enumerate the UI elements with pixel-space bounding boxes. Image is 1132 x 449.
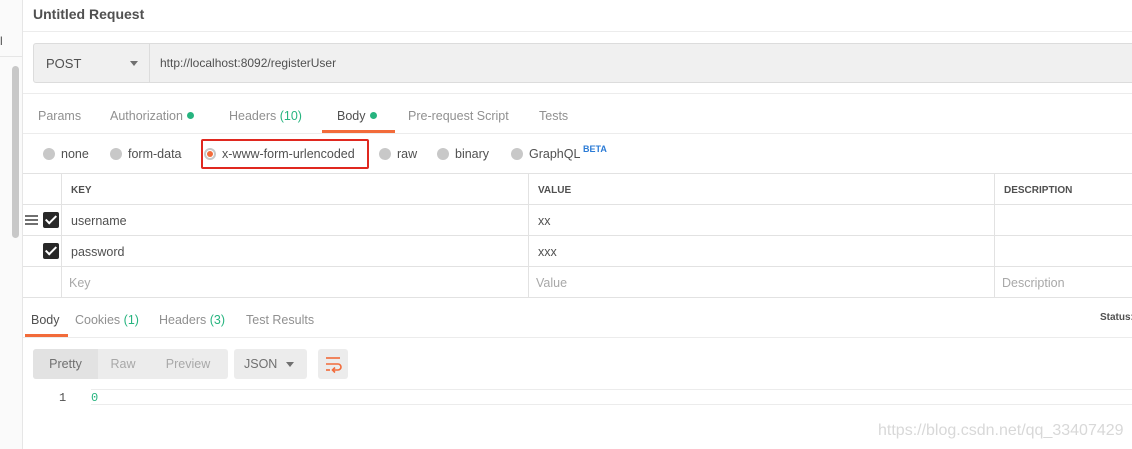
tab-label: Authorization bbox=[110, 109, 183, 123]
tab-label: Body bbox=[337, 109, 366, 123]
tab-body[interactable]: Body bbox=[337, 109, 377, 123]
new-key-input[interactable]: Key bbox=[61, 267, 528, 298]
key-text: password bbox=[71, 245, 125, 259]
tab-label: Body bbox=[31, 313, 60, 327]
radio-icon bbox=[43, 148, 55, 160]
table-row: password xxx bbox=[23, 235, 1132, 267]
preview-button[interactable]: Preview bbox=[148, 349, 228, 379]
value-placeholder: Value bbox=[536, 276, 568, 290]
checkbox-checked-icon[interactable] bbox=[43, 243, 59, 259]
tab-headers[interactable]: Headers (10) bbox=[229, 109, 302, 123]
tab-authorization[interactable]: Authorization bbox=[110, 109, 194, 123]
new-description-input[interactable]: Description bbox=[994, 267, 1132, 298]
status-label: Status: bbox=[1100, 312, 1132, 323]
checkbox-checked-icon[interactable] bbox=[43, 212, 59, 228]
tab-params[interactable]: Params bbox=[38, 109, 81, 123]
tab-label: Tests bbox=[539, 109, 569, 123]
watermark: https://blog.csdn.net/qq_33407429 bbox=[878, 422, 1124, 439]
description-cell[interactable] bbox=[994, 236, 1132, 267]
wrap-text-icon bbox=[326, 357, 342, 374]
column-header-description: DESCRIPTION bbox=[994, 174, 1132, 205]
tab-tests[interactable]: Tests bbox=[539, 109, 568, 123]
value-text: xxx bbox=[538, 245, 557, 259]
tab-count: (3) bbox=[209, 313, 226, 327]
view-mode-group: Pretty Raw Preview bbox=[33, 349, 228, 379]
tab-count: (1) bbox=[123, 313, 139, 327]
divider bbox=[23, 93, 1132, 94]
tab-label: Headers bbox=[159, 313, 207, 327]
status-dot-icon bbox=[186, 112, 194, 119]
request-panel: Untitled Request POST Params Authorizati… bbox=[23, 0, 1132, 449]
response-tab-headers[interactable]: Headers (3) bbox=[159, 313, 225, 327]
radio-icon bbox=[437, 148, 449, 160]
header-label: KEY bbox=[71, 185, 92, 196]
sidebar-divider bbox=[0, 56, 22, 57]
radio-label: binary bbox=[455, 147, 490, 161]
sidebar-fragment: l bbox=[0, 34, 3, 48]
radio-label: form-data bbox=[128, 147, 182, 161]
radio-label: GraphQL bbox=[529, 147, 581, 161]
radio-icon bbox=[110, 148, 122, 160]
table-row-new: Key Value Description bbox=[23, 266, 1132, 298]
response-tab-test-results[interactable]: Test Results bbox=[246, 313, 314, 327]
description-cell[interactable] bbox=[994, 205, 1132, 236]
radio-icon bbox=[511, 148, 523, 160]
header-label: DESCRIPTION bbox=[1004, 185, 1073, 196]
divider bbox=[91, 389, 1132, 390]
hamburger-icon[interactable] bbox=[25, 215, 38, 225]
request-title: Untitled Request bbox=[33, 6, 145, 22]
divider bbox=[23, 297, 1132, 298]
format-label: JSON bbox=[244, 357, 278, 371]
column-header-value: VALUE bbox=[528, 174, 994, 205]
highlight-annotation bbox=[201, 139, 369, 169]
divider bbox=[23, 337, 1132, 338]
divider bbox=[91, 404, 1132, 405]
status-dot-icon bbox=[369, 112, 377, 119]
divider bbox=[23, 31, 1132, 32]
key-cell[interactable]: username bbox=[61, 205, 528, 236]
method-dropdown[interactable]: POST bbox=[33, 43, 150, 83]
line-number: 1 bbox=[59, 391, 67, 405]
column-header-key: KEY bbox=[61, 174, 528, 205]
sidebar-scrollbar[interactable] bbox=[12, 66, 19, 238]
response-tab-cookies[interactable]: Cookies (1) bbox=[75, 313, 139, 327]
tab-pre-request-script[interactable]: Pre-request Script bbox=[408, 109, 509, 123]
raw-button[interactable]: Raw bbox=[98, 349, 148, 379]
tab-label: Cookies bbox=[75, 313, 121, 327]
key-placeholder: Key bbox=[69, 276, 91, 290]
radio-label: raw bbox=[397, 147, 418, 161]
tab-label: Params bbox=[38, 109, 82, 123]
chevron-down-icon bbox=[286, 362, 294, 367]
new-value-input[interactable]: Value bbox=[528, 267, 994, 298]
response-body-value: 0 bbox=[91, 391, 99, 405]
method-label: POST bbox=[46, 56, 82, 71]
tab-label: Test Results bbox=[246, 313, 315, 327]
value-text: xx bbox=[538, 214, 551, 228]
radio-label: none bbox=[61, 147, 89, 161]
table-header-row: KEY VALUE DESCRIPTION bbox=[23, 173, 1132, 205]
sidebar-strip: l bbox=[0, 0, 23, 449]
wrap-text-button[interactable] bbox=[318, 349, 348, 379]
divider bbox=[23, 133, 1132, 134]
description-placeholder: Description bbox=[1002, 276, 1065, 290]
value-cell[interactable]: xx bbox=[528, 205, 994, 236]
pretty-button[interactable]: Pretty bbox=[33, 349, 98, 379]
url-input[interactable] bbox=[150, 43, 1132, 83]
key-text: username bbox=[71, 214, 127, 228]
tab-label: Pre-request Script bbox=[408, 109, 509, 123]
format-dropdown[interactable]: JSON bbox=[234, 349, 307, 379]
key-cell[interactable]: password bbox=[61, 236, 528, 267]
beta-badge: BETA bbox=[583, 144, 607, 154]
tab-label: Headers bbox=[229, 109, 277, 123]
chevron-down-icon bbox=[130, 61, 138, 66]
value-cell[interactable]: xxx bbox=[528, 236, 994, 267]
table-row: username xx bbox=[23, 204, 1132, 236]
response-tab-body[interactable]: Body bbox=[31, 313, 60, 327]
header-label: VALUE bbox=[538, 185, 572, 196]
tab-count: (10) bbox=[279, 109, 302, 123]
radio-icon bbox=[379, 148, 391, 160]
